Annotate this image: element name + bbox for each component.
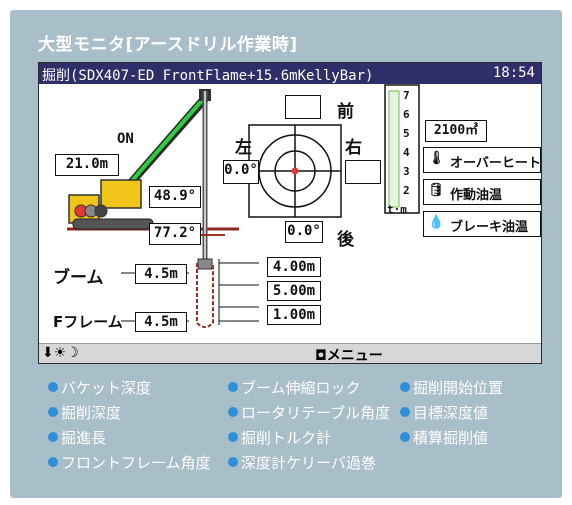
left-label: 左	[235, 138, 252, 158]
overheat-label: オーバーヒート	[450, 156, 541, 171]
menu-button[interactable]: ◘メニュー	[315, 345, 383, 363]
panel-title: 大型モニタ[アースドリル作業時]	[38, 35, 298, 55]
brake-oil-label: ブレーキ油温	[450, 220, 529, 235]
legend-item-8: 積算掘削値	[400, 427, 488, 448]
legend-dot-icon	[228, 382, 238, 392]
gauge-tick-label: 5	[403, 127, 410, 140]
legend-dot-icon	[48, 382, 58, 392]
boom-length-value: 4.5m	[135, 264, 187, 284]
frame-label: Fフレーム	[53, 313, 123, 331]
hydraulic-oil-indicator: 🛢 作動油温	[423, 179, 541, 205]
legend-item-9: フロントフレーム角度	[48, 452, 211, 473]
legend-dot-icon	[48, 432, 58, 442]
bottom-bar: ⬇☀☽ ◘メニュー	[39, 343, 541, 363]
oil-can-icon: 🛢	[428, 183, 445, 198]
compass-right-value	[345, 160, 381, 184]
legend-dot-icon	[228, 457, 238, 467]
gauge-tick-label: 4	[403, 146, 410, 159]
compass-top-value	[285, 95, 321, 119]
legend-item-3: 掘削深度	[48, 402, 121, 423]
monitor-screen: 掘削(SDX407-ED FrontFlame+15.6mKellyBar) 1…	[38, 62, 542, 364]
legend-dot-icon	[400, 407, 410, 417]
legend-item-5: 目標深度値	[400, 402, 488, 423]
right-label: 右	[345, 138, 362, 158]
legend-dot-icon	[48, 407, 58, 417]
depth-value-1: 4.00m	[267, 257, 321, 277]
compass-left-value: 0.0°	[223, 160, 259, 184]
front-angle-value: 77.2°	[149, 223, 201, 245]
compass-bottom-value: 0.0°	[285, 221, 323, 243]
boom-angle-value: 48.9°	[149, 186, 201, 208]
rear-label: 後	[337, 230, 354, 250]
boom-label: ブーム	[53, 268, 104, 288]
legend-item-1: ブーム伸縮ロック	[228, 377, 361, 398]
gauge-tick-label: 6	[403, 108, 410, 121]
overheat-indicator: 🌡 オーバーヒート	[423, 147, 541, 173]
hydraulic-oil-label: 作動油温	[450, 188, 503, 203]
legend-item-4: ロータリテーブル角度	[228, 402, 390, 423]
legend-item-2: 掘削開始位置	[400, 377, 503, 398]
brake-oil-indicator: 💧 ブレーキ油温	[423, 211, 541, 237]
on-label: ON	[117, 131, 134, 147]
legend-item-6: 掘進長	[48, 427, 106, 448]
legend-dot-icon	[228, 407, 238, 417]
depth-value-2: 5.00m	[267, 281, 321, 301]
depth-value-3: 1.00m	[267, 305, 321, 325]
gauge-tick-label: 2	[403, 184, 410, 197]
gauge-tick-label: 7	[403, 89, 410, 102]
legend-dot-icon	[228, 432, 238, 442]
thermometer-icon: 🌡	[428, 151, 445, 166]
gauge-tick-label: 3	[403, 165, 410, 178]
legend-item-0: バケット深度	[48, 377, 151, 398]
legend-dot-icon	[400, 382, 410, 392]
frame-length-value: 4.5m	[135, 312, 187, 332]
legend-item-10: 深度計ケリーバ過巻	[228, 452, 376, 473]
legend-dot-icon	[48, 457, 58, 467]
oil-drop-icon: 💧	[428, 215, 445, 230]
legend-dot-icon	[400, 432, 410, 442]
front-label: 前	[337, 102, 354, 122]
gauge-unit: t·m	[387, 203, 407, 216]
legend-item-7: 掘削トルク計	[228, 427, 331, 448]
crane-left-value: 21.0m	[55, 154, 119, 176]
day-night-toggle[interactable]: ⬇☀☽	[42, 345, 79, 361]
volume-value: 2100㎥	[425, 120, 487, 142]
